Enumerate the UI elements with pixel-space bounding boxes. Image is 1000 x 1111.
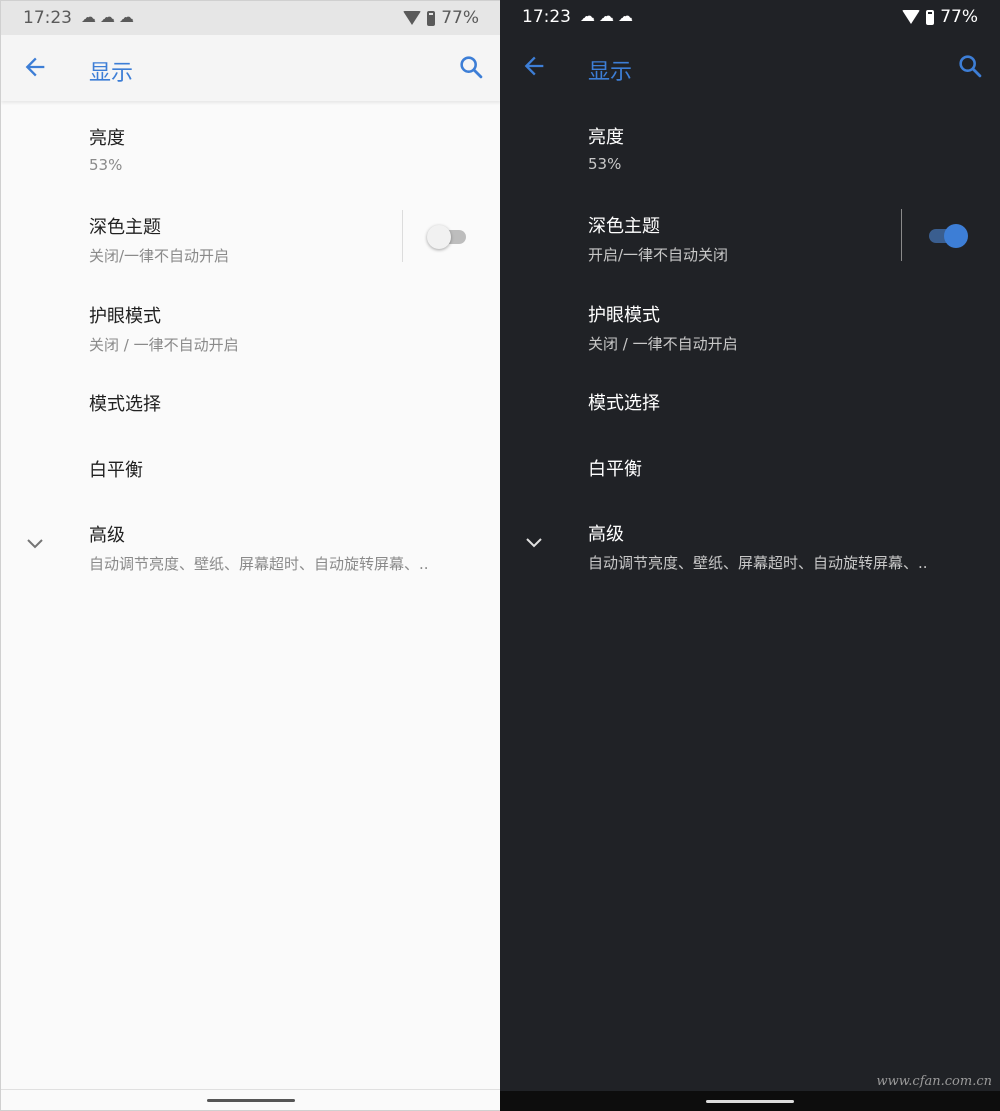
- eye-comfort-setting[interactable]: 护眼模式 关闭 / 一律不自动开启: [89, 302, 489, 355]
- toggle-thumb: [427, 225, 451, 249]
- advanced-setting[interactable]: 高级 自动调节亮度、壁纸、屏幕超时、自动旋转屏幕、..: [588, 520, 988, 573]
- eye-comfort-summary: 关闭 / 一律不自动开启: [588, 335, 738, 353]
- home-gesture-handle[interactable]: [207, 1099, 295, 1102]
- search-icon[interactable]: [956, 52, 984, 80]
- brightness-value: 53%: [89, 156, 123, 174]
- toggle-thumb: [944, 224, 968, 248]
- home-gesture-handle[interactable]: [706, 1100, 794, 1103]
- dark-theme-screen: 17:23 ☁☁☁ 77% 显示 亮度 53% 深色主题 开启/一律不自动关闭 …: [500, 0, 1000, 1111]
- advanced-summary: 自动调节亮度、壁纸、屏幕超时、自动旋转屏幕、..: [588, 554, 928, 572]
- dark-theme-title: 深色主题: [588, 216, 660, 237]
- battery-percent: 77%: [940, 7, 978, 27]
- app-bar: 显示: [1, 35, 500, 101]
- arrow-back-icon[interactable]: [21, 53, 49, 81]
- chevron-down-icon[interactable]: [23, 531, 47, 555]
- page-title: 显示: [89, 61, 134, 86]
- battery-percent: 77%: [441, 8, 479, 28]
- wifi-icon: [902, 10, 921, 24]
- status-right-group: 77%: [902, 7, 978, 27]
- status-bar: 17:23 ☁☁☁ 77%: [500, 0, 1000, 34]
- light-theme-screen: 17:23 ☁☁☁ 77% 显示 亮度 53% 深色主题 关闭/一律不自动开启 …: [0, 0, 500, 1111]
- dark-theme-summary: 开启/一律不自动关闭: [588, 246, 729, 264]
- weather-notification-icons: ☁☁☁: [81, 8, 138, 26]
- arrow-back-icon[interactable]: [520, 52, 548, 80]
- advanced-setting[interactable]: 高级 自动调节亮度、壁纸、屏幕超时、自动旋转屏幕、..: [89, 521, 489, 574]
- brightness-setting[interactable]: 亮度 53%: [588, 123, 988, 173]
- brightness-title: 亮度: [89, 128, 125, 149]
- wifi-icon: [403, 11, 422, 25]
- dark-theme-toggle[interactable]: [924, 222, 970, 250]
- mode-select-setting[interactable]: 模式选择: [588, 389, 988, 415]
- watermark: www.cfan.com.cn: [876, 1074, 992, 1089]
- mode-select-title: 模式选择: [588, 393, 660, 414]
- toggle-divider: [402, 210, 403, 262]
- white-balance-title: 白平衡: [588, 459, 642, 480]
- brightness-value: 53%: [588, 155, 622, 173]
- status-time: 17:23: [23, 8, 72, 28]
- brightness-title: 亮度: [588, 127, 624, 148]
- brightness-setting[interactable]: 亮度 53%: [89, 124, 489, 174]
- toggle-divider: [901, 209, 902, 261]
- app-bar: 显示: [500, 34, 1000, 100]
- status-bar: 17:23 ☁☁☁ 77%: [1, 1, 500, 35]
- navigation-bar: [500, 1091, 1000, 1111]
- chevron-down-icon[interactable]: [522, 530, 546, 554]
- white-balance-title: 白平衡: [89, 460, 143, 481]
- status-right-group: 77%: [403, 8, 479, 28]
- white-balance-setting[interactable]: 白平衡: [89, 456, 489, 482]
- dark-theme-title: 深色主题: [89, 217, 161, 238]
- dark-theme-toggle[interactable]: [425, 223, 471, 251]
- status-time: 17:23: [522, 7, 571, 27]
- mode-select-title: 模式选择: [89, 394, 161, 415]
- navigation-bar: [1, 1089, 500, 1110]
- advanced-title: 高级: [89, 525, 125, 546]
- eye-comfort-summary: 关闭 / 一律不自动开启: [89, 336, 239, 354]
- eye-comfort-setting[interactable]: 护眼模式 关闭 / 一律不自动开启: [588, 301, 988, 354]
- weather-notification-icons: ☁☁☁: [580, 7, 637, 25]
- search-icon[interactable]: [457, 53, 485, 81]
- mode-select-setting[interactable]: 模式选择: [89, 390, 489, 416]
- eye-comfort-title: 护眼模式: [89, 306, 161, 327]
- battery-icon: [427, 10, 436, 26]
- dark-theme-setting[interactable]: 深色主题 关闭/一律不自动开启: [89, 213, 389, 266]
- dark-theme-summary: 关闭/一律不自动开启: [89, 247, 230, 265]
- advanced-summary: 自动调节亮度、壁纸、屏幕超时、自动旋转屏幕、..: [89, 555, 429, 573]
- advanced-title: 高级: [588, 524, 624, 545]
- dark-theme-setting[interactable]: 深色主题 开启/一律不自动关闭: [588, 212, 888, 265]
- white-balance-setting[interactable]: 白平衡: [588, 455, 988, 481]
- battery-icon: [926, 9, 935, 25]
- page-title: 显示: [588, 60, 633, 85]
- eye-comfort-title: 护眼模式: [588, 305, 660, 326]
